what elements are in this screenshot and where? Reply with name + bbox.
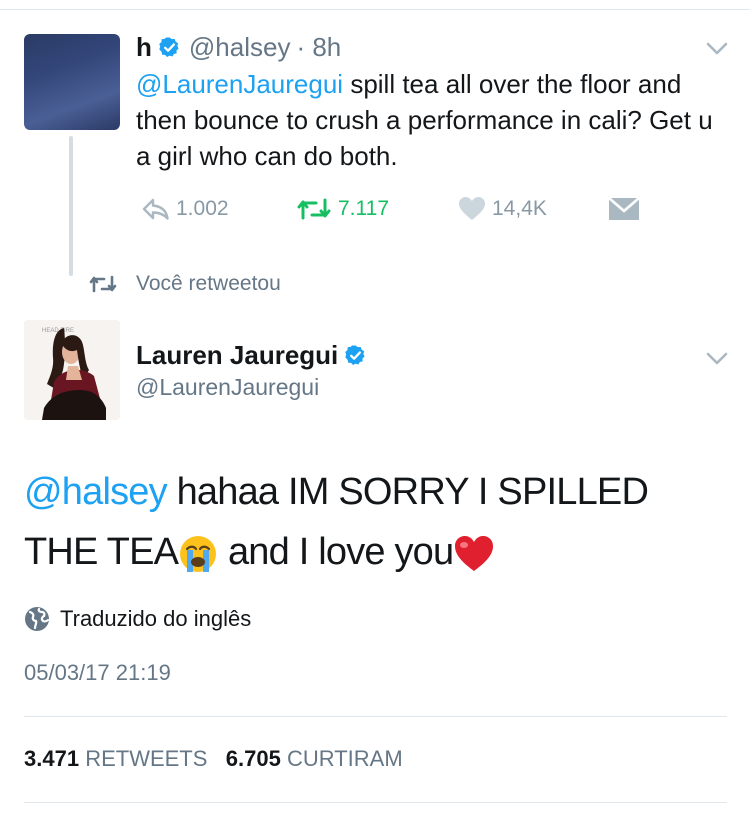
retweets-count: 3.471 (24, 746, 80, 771)
retweet-small-icon (89, 275, 117, 293)
reply-count: 1.002 (176, 197, 229, 220)
thread-connector (69, 136, 73, 276)
stats-divider-bottom (24, 802, 727, 803)
verified-badge-icon (159, 37, 179, 57)
red-heart-icon (455, 535, 494, 571)
retweets-stat[interactable]: 3.471 RETWEETS (24, 746, 207, 771)
tweet2-author-name[interactable]: Lauren Jauregui (136, 340, 338, 371)
tweet-timestamp: 05/03/17 21:19 (24, 660, 171, 685)
retweet-icon (297, 198, 331, 220)
top-divider (0, 9, 750, 10)
tweet1-mention-link[interactable]: @LaurenJauregui (136, 69, 343, 99)
tweet1-header: h @halsey · 8h (136, 32, 341, 63)
avatar-image: HEAD FIRE (24, 320, 120, 420)
tweet1-text: @LaurenJauregui spill tea all over the f… (136, 66, 726, 174)
tweet1-author-name[interactable]: h (136, 32, 152, 63)
like-count: 14,4K (492, 197, 547, 220)
tweet2-mention-link[interactable]: @halsey (24, 471, 168, 513)
reply-icon (142, 198, 169, 220)
reply-action[interactable]: 1.002 (142, 194, 229, 224)
retweet-count: 7.117 (338, 197, 389, 220)
loudly-crying-face-icon (180, 535, 217, 572)
likes-count: 6.705 (225, 746, 281, 771)
tweet-stats: 3.471 RETWEETS 6.705 CURTIRAM (24, 746, 403, 772)
halsey-avatar[interactable] (24, 34, 120, 130)
likes-label: CURTIRAM (286, 746, 403, 771)
chevron-down-icon[interactable] (706, 42, 728, 56)
lauren-avatar[interactable]: HEAD FIRE (24, 320, 120, 420)
tweet2-handle[interactable]: @LaurenJauregui (136, 374, 319, 401)
chevron-down-icon[interactable] (706, 352, 728, 366)
tweet1-time: · 8h (296, 32, 342, 62)
tweet2-text: @halsey hahaa IM SORRY I SPILLED THE TEA… (24, 462, 724, 582)
stats-divider-top (24, 716, 727, 717)
heart-icon (459, 197, 485, 220)
tweet2-author[interactable]: Lauren Jauregui (136, 340, 367, 371)
translation-label: Traduzido do inglês (60, 606, 252, 631)
likes-stat[interactable]: 6.705 CURTIRAM (226, 746, 403, 771)
tweet2-body-b: and I love you (218, 531, 454, 573)
retweet-context: Você retweetou (88, 272, 281, 296)
retweet-context-label: Você retweetou (136, 272, 281, 295)
retweet-action[interactable]: 7.117 (296, 194, 389, 224)
like-action[interactable]: 14,4K (458, 194, 547, 224)
direct-message-icon[interactable] (608, 197, 640, 221)
retweets-label: RETWEETS (85, 746, 208, 771)
globe-icon (25, 607, 50, 631)
verified-badge-icon (345, 345, 365, 365)
translation-note[interactable]: Traduzido do inglês (24, 606, 251, 632)
tweet1-handle[interactable]: @halsey (189, 32, 291, 63)
